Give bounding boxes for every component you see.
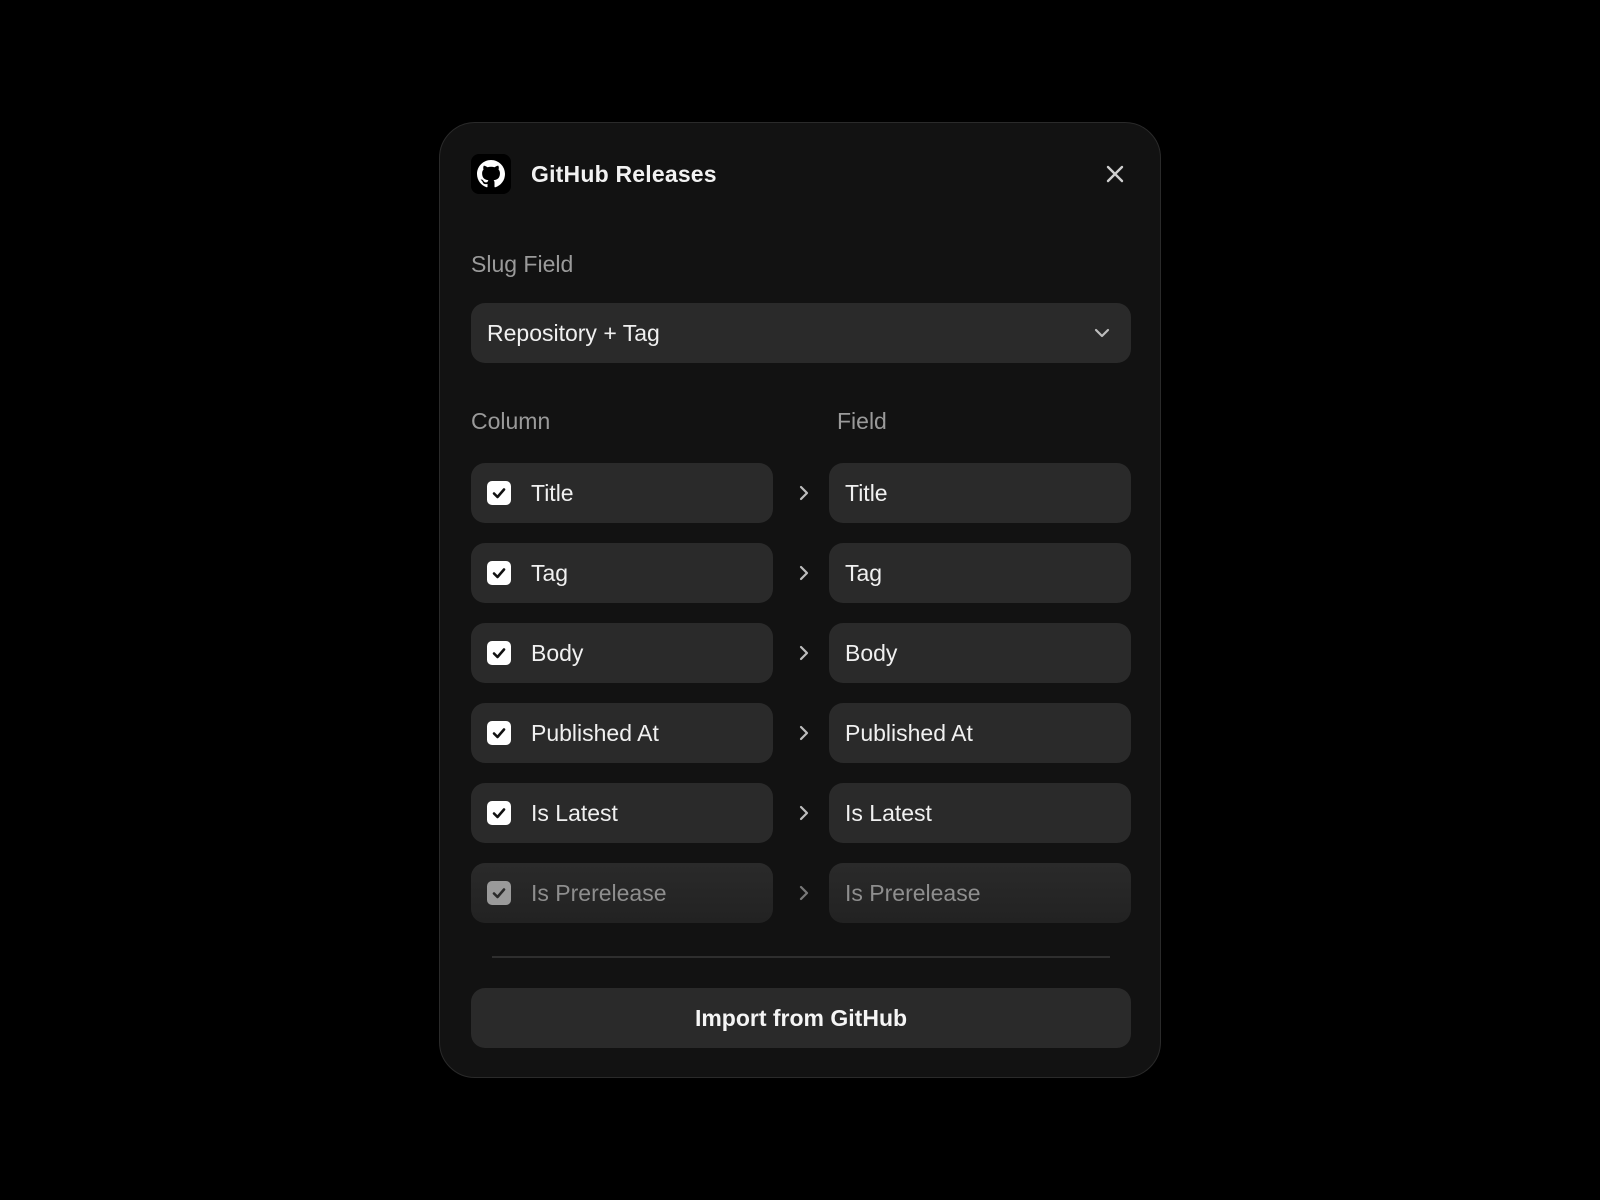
column-cell[interactable]: Published At <box>471 703 773 763</box>
mapping-row: Published At Published At <box>471 703 1131 763</box>
column-name: Body <box>531 639 584 666</box>
mapping-row: Is Latest Is Latest <box>471 783 1131 843</box>
checkbox[interactable] <box>487 561 511 585</box>
field-name: Is Prerelease <box>845 879 981 906</box>
column-cell[interactable]: Tag <box>471 543 773 603</box>
check-icon <box>492 728 506 739</box>
column-cell[interactable]: Is Latest <box>471 783 773 843</box>
column-cell[interactable]: Is Prerelease <box>471 863 773 923</box>
slug-field-select[interactable]: Repository + Tag <box>471 303 1131 363</box>
field-name: Tag <box>845 559 883 586</box>
mapping-row: Title Title <box>471 463 1131 523</box>
close-icon <box>1106 165 1124 183</box>
dialog-header: GitHub Releases <box>471 154 1129 194</box>
chevron-right-icon <box>799 725 809 741</box>
checkbox[interactable] <box>487 881 511 905</box>
mapping-row: Body Body <box>471 623 1131 683</box>
slug-field-label: Slug Field <box>471 251 574 277</box>
column-name: Tag <box>531 559 569 586</box>
check-icon <box>492 568 506 579</box>
check-icon <box>492 888 506 899</box>
chevron-right-icon <box>799 645 809 661</box>
checkbox[interactable] <box>487 481 511 505</box>
column-cell[interactable]: Title <box>471 463 773 523</box>
dialog-title: GitHub Releases <box>531 160 717 187</box>
column-cell[interactable]: Body <box>471 623 773 683</box>
field-name: Title <box>845 479 888 506</box>
mapping-row: Is Prerelease Is Prerelease <box>471 863 1131 923</box>
field-header: Field <box>837 408 887 434</box>
field-name: Body <box>845 639 898 666</box>
mapping-list: Title Title Tag Tag Body Body Published … <box>471 463 1131 943</box>
checkbox[interactable] <box>487 721 511 745</box>
github-releases-dialog: GitHub Releases Slug Field Repository + … <box>439 122 1161 1078</box>
column-name: Is Prerelease <box>531 879 667 906</box>
column-header: Column <box>471 408 551 434</box>
chevron-right-icon <box>799 485 809 501</box>
field-select[interactable]: Is Prerelease <box>829 863 1131 923</box>
field-select[interactable]: Title <box>829 463 1131 523</box>
field-select[interactable]: Is Latest <box>829 783 1131 843</box>
field-name: Published At <box>845 719 973 746</box>
column-name: Title <box>531 479 574 506</box>
check-icon <box>492 808 506 819</box>
close-button[interactable] <box>1101 160 1129 188</box>
divider <box>492 956 1110 958</box>
check-icon <box>492 648 506 659</box>
chevron-down-icon <box>1094 328 1110 338</box>
chevron-right-icon <box>799 565 809 581</box>
column-name: Is Latest <box>531 799 618 826</box>
github-icon <box>471 154 511 194</box>
field-select[interactable]: Tag <box>829 543 1131 603</box>
checkbox[interactable] <box>487 801 511 825</box>
field-name: Is Latest <box>845 799 932 826</box>
column-name: Published At <box>531 719 659 746</box>
slug-field-value: Repository + Tag <box>487 319 660 346</box>
field-select[interactable]: Published At <box>829 703 1131 763</box>
chevron-right-icon <box>799 805 809 821</box>
import-from-github-button[interactable]: Import from GitHub <box>471 988 1131 1048</box>
check-icon <box>492 488 506 499</box>
chevron-right-icon <box>799 885 809 901</box>
checkbox[interactable] <box>487 641 511 665</box>
field-select[interactable]: Body <box>829 623 1131 683</box>
mapping-row: Tag Tag <box>471 543 1131 603</box>
